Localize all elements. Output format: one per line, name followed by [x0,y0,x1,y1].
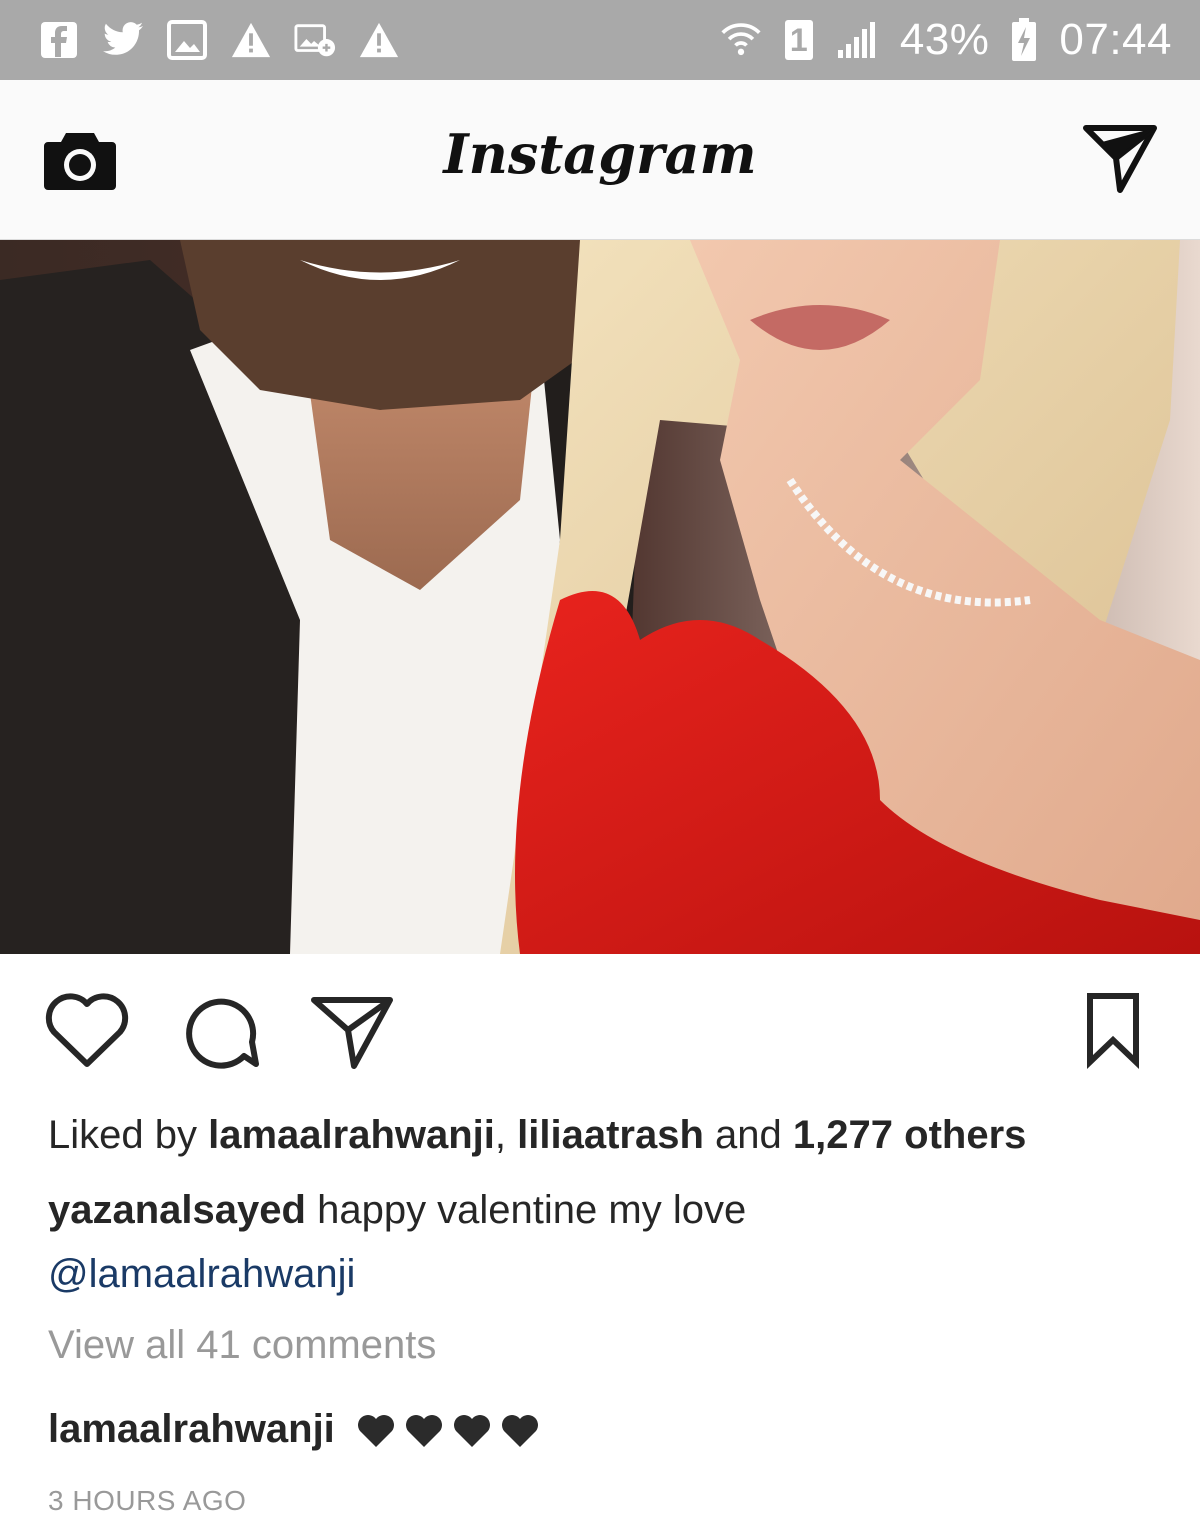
warning-icon [358,19,400,61]
facebook-icon [38,19,80,61]
post-actions [0,990,1200,1080]
battery-charging-icon [1011,18,1037,61]
share-icon[interactable] [308,990,396,1072]
signal-icon [836,19,878,61]
heart-icon[interactable] [44,990,130,1070]
direct-message-icon[interactable] [1082,124,1158,196]
likes-line: Liked by lamaalrahwanji, liliaatrash and… [48,1112,1168,1158]
app-header: Instagram [0,80,1200,240]
notification-icons [38,19,400,61]
caption-username[interactable]: yazanalsayed [48,1188,306,1232]
wifi-icon [720,19,762,61]
post-photo[interactable] [0,240,1200,954]
battery-percent: 43% [899,15,990,64]
comment-hearts [356,1413,540,1449]
twitter-icon [102,19,144,61]
likes-separator: , [494,1113,507,1157]
status-bar: 1 43% 07:44 [0,0,1200,80]
likes-and: and [715,1113,782,1157]
sim-slot-badge: 1 [784,19,814,61]
caption-text: happy valentine my love [317,1188,747,1232]
comment-icon[interactable] [178,994,260,1070]
clock-time: 07:44 [1059,15,1172,64]
liked-by-user-1[interactable]: lamaalrahwanji [208,1113,495,1157]
bookmark-icon[interactable] [1082,990,1144,1070]
black-heart-icon [357,1415,394,1448]
post-timestamp: 3 HOURS AGO [48,1485,247,1516]
warning-icon [230,19,272,61]
system-status: 1 43% 07:44 [720,15,1172,65]
photo-image [0,240,1200,954]
comment-row: lamaalrahwanji [48,1406,1168,1452]
liked-by-user-2[interactable]: liliaatrash [517,1113,704,1157]
black-heart-icon [405,1415,442,1448]
caption: yazanalsayed happy valentine my love @la… [48,1178,1168,1306]
view-all-comments-link[interactable]: View all 41 comments [48,1322,1168,1368]
black-heart-icon [501,1415,538,1448]
image-transfer-icon [294,19,336,61]
sim-slot-number: 1 [784,20,813,60]
camera-icon[interactable] [42,127,118,193]
gallery-icon [166,19,208,61]
likes-others-count[interactable]: 1,277 others [793,1113,1026,1157]
comment-username[interactable]: lamaalrahwanji [48,1407,335,1451]
app-logo: Instagram [443,122,757,186]
likes-prefix: Liked by [48,1113,197,1157]
black-heart-icon [453,1415,490,1448]
caption-mention[interactable]: @lamaalrahwanji [48,1252,355,1296]
